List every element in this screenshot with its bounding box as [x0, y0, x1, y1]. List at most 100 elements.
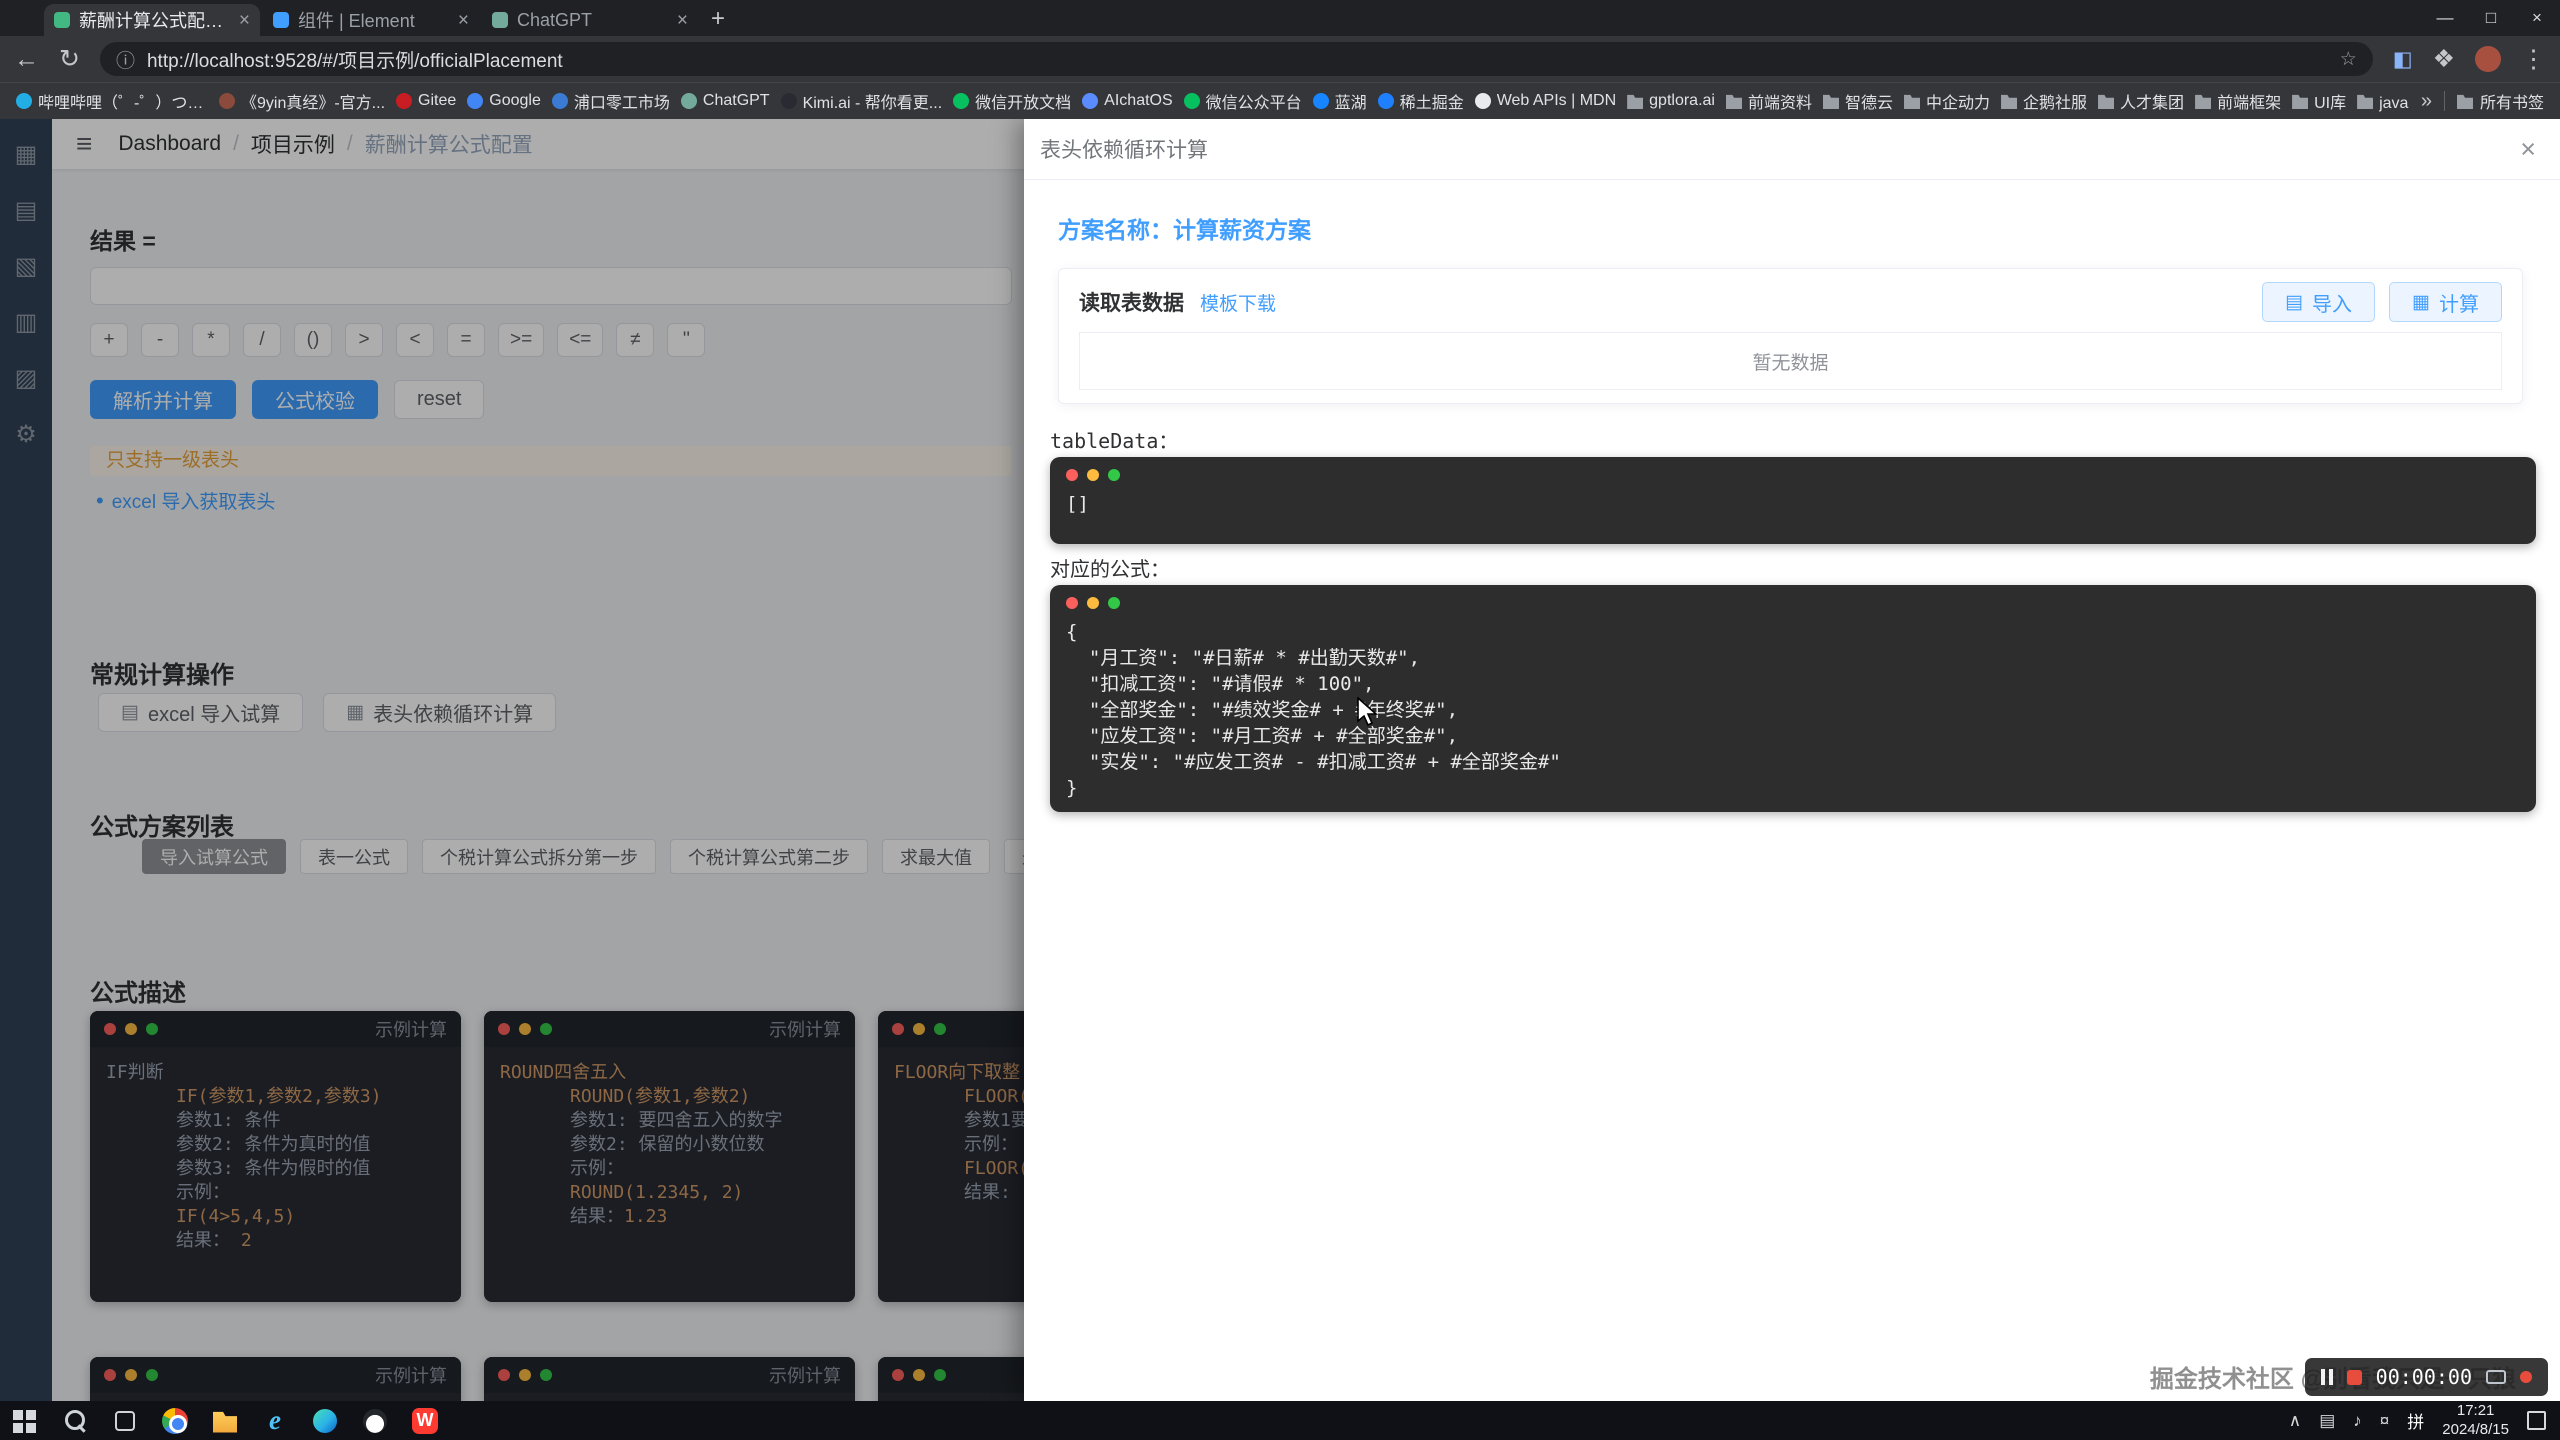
tray-icon[interactable]: ▤ [2319, 1411, 2335, 1431]
taskbar-app-icon[interactable] [9, 1405, 41, 1437]
formula-code-line: "月工资": "#日薪# * #出勤天数#", [1066, 645, 2520, 671]
bookmark-favicon [2195, 93, 2211, 109]
dot-green-icon [1108, 597, 1120, 609]
browser-tab-active[interactable]: 薪酬计算公式配置 - 《9yin真... × [44, 4, 260, 36]
bookmark-item[interactable]: javascript 库 [2357, 89, 2409, 113]
back-icon[interactable]: ← [14, 47, 39, 72]
taskbar-app-slot[interactable] [200, 1401, 250, 1440]
site-info-icon[interactable]: ⓘ [116, 46, 135, 73]
taskbar-app-icon[interactable] [209, 1405, 241, 1437]
bookmark-item[interactable]: 稀土掘金 [1378, 89, 1464, 113]
notification-center-icon[interactable] [2527, 1411, 2546, 1430]
bookmark-item[interactable]: 微信开放文档 [953, 89, 1071, 113]
bookmark-favicon [1313, 93, 1329, 109]
taskbar-app-slot[interactable] [0, 1401, 50, 1440]
tab-close-icon[interactable]: × [677, 11, 688, 30]
bookmark-item[interactable]: 微信公众平台 [1184, 89, 1302, 113]
bookmark-item[interactable]: AIchatOS [1082, 92, 1172, 110]
read-table-title: 读取表数据 [1079, 287, 1184, 317]
taskbar-app-slot[interactable] [350, 1401, 400, 1440]
browser-toolbar: ← ↻ ⓘ http://localhost:9528/#/项目示例/offic… [0, 36, 2560, 82]
taskbar-app-icon[interactable] [409, 1405, 441, 1437]
bookmark-item[interactable]: 中企动力 [1904, 89, 1990, 113]
taskbar-app-slot[interactable] [400, 1401, 450, 1440]
bookmark-item[interactable]: 浦口零工市场 [552, 89, 670, 113]
maximize-button[interactable]: □ [2468, 0, 2514, 36]
close-button[interactable]: × [2514, 0, 2560, 36]
taskbar-app-slot[interactable] [300, 1401, 350, 1440]
bookmark-item[interactable]: 前端框架 [2195, 89, 2281, 113]
extensions-icon[interactable]: ❖ [2433, 47, 2455, 72]
calculate-button[interactable]: ▦ 计算 [2389, 282, 2502, 322]
taskbar-app-icon[interactable] [109, 1405, 141, 1437]
bookmark-favicon [552, 93, 568, 109]
taskbar-app-icon[interactable] [359, 1405, 391, 1437]
taskbar-clock[interactable]: 17:21 2024/8/15 [2442, 1402, 2509, 1440]
taskbar-app-icon[interactable] [309, 1405, 341, 1437]
taskbar-app-icon[interactable] [159, 1405, 191, 1437]
bookmark-item[interactable]: ChatGPT [681, 92, 770, 110]
bookmark-label: AIchatOS [1104, 92, 1172, 110]
ime-indicator[interactable]: 拼 [2407, 1408, 2424, 1433]
taskbar-app-slot[interactable] [150, 1401, 200, 1440]
stop-icon[interactable] [2347, 1370, 2362, 1385]
menu-icon[interactable]: ⋮ [2521, 47, 2546, 72]
bookmark-item[interactable]: 《9yin真经》-官方... [219, 89, 385, 113]
profile-avatar[interactable] [2475, 46, 2501, 72]
new-tab-button[interactable]: + [701, 4, 735, 34]
tab-favicon [273, 12, 289, 28]
bookmark-item[interactable]: 前端资料 [1726, 89, 1812, 113]
import-button[interactable]: ▤ 导入 [2262, 282, 2375, 322]
dot-red-icon [1066, 469, 1078, 481]
tab-close-icon[interactable]: × [458, 11, 469, 30]
browser-tab[interactable]: ChatGPT × [482, 4, 698, 36]
formula-code-line: { [1066, 619, 2520, 645]
bookmark-label: Google [489, 92, 541, 110]
bookmark-item[interactable]: gptlora.ai [1627, 92, 1715, 110]
taskbar-app-icon[interactable] [59, 1405, 91, 1437]
bookmark-item[interactable]: 蓝湖 [1313, 89, 1367, 113]
bookmark-star-icon[interactable]: ☆ [2340, 48, 2357, 71]
side-panel-icon[interactable]: ◧ [2393, 49, 2413, 70]
bookmark-label: Gitee [418, 92, 456, 110]
pause-icon[interactable] [2321, 1369, 2333, 1385]
bookmarks-overflow-chevron[interactable]: » [2421, 90, 2432, 113]
formula-code-line: "扣减工资": "#请假# * 100", [1066, 671, 2520, 697]
address-bar[interactable]: ⓘ http://localhost:9528/#/项目示例/officialP… [100, 42, 2373, 76]
bookmark-item[interactable]: 企鹅社服 [2001, 89, 2087, 113]
bookmark-favicon [1184, 93, 1200, 109]
drawer-close-icon[interactable]: × [2520, 136, 2536, 163]
bookmark-item[interactable]: 人才集团 [2098, 89, 2184, 113]
all-bookmarks-button[interactable]: 所有书签 [2457, 89, 2544, 113]
bookmark-item[interactable]: UI库 [2292, 89, 2346, 113]
taskbar-app-slot[interactable] [100, 1401, 150, 1440]
bookmark-item[interactable]: Kimi.ai - 帮你看更... [781, 89, 943, 113]
bookmark-item[interactable]: Gitee [396, 92, 456, 110]
calculate-icon: ▦ [2412, 291, 2430, 314]
taskbar-app-icon[interactable] [259, 1405, 291, 1437]
taskbar-app-slot[interactable] [250, 1401, 300, 1440]
bookmark-favicon [953, 93, 969, 109]
tray-icon[interactable]: ¤ [2380, 1411, 2389, 1431]
tray-icon[interactable]: ♪ [2353, 1411, 2362, 1431]
bookmark-label: 稀土掘金 [1400, 89, 1464, 113]
camera-icon[interactable] [2486, 1370, 2506, 1384]
bookmark-item[interactable]: 哔哩哔哩（゜-゜）つロ... [16, 89, 208, 113]
tab-favicon [54, 12, 70, 28]
tab-close-icon[interactable]: × [239, 11, 250, 30]
refresh-icon[interactable]: ↻ [59, 47, 80, 72]
browser-tab-bar: 薪酬计算公式配置 - 《9yin真... × 组件 | Element × Ch… [0, 0, 2560, 36]
tray-icon[interactable]: ∧ [2289, 1411, 2301, 1431]
bookmark-item[interactable]: 智德云 [1823, 89, 1893, 113]
bookmark-item[interactable]: Google [467, 92, 541, 110]
minimize-button[interactable]: — [2422, 0, 2468, 36]
browser-tab[interactable]: 组件 | Element × [263, 4, 479, 36]
page-viewport: ▦ ▤ ▧ ▥ ▨ ⚙ ≡ Dashboard / 项目示例 / [0, 119, 2560, 1401]
taskbar-app-slot[interactable] [50, 1401, 100, 1440]
all-bookmarks-label: 所有书签 [2480, 89, 2544, 113]
url-text: http://localhost:9528/#/项目示例/officialPla… [147, 46, 2328, 73]
bookmark-item[interactable]: Web APIs | MDN [1475, 92, 1616, 110]
formula-code-line: } [1066, 775, 2520, 801]
template-download-link[interactable]: 模板下载 [1200, 289, 1276, 316]
dot-yellow-icon [1087, 469, 1099, 481]
